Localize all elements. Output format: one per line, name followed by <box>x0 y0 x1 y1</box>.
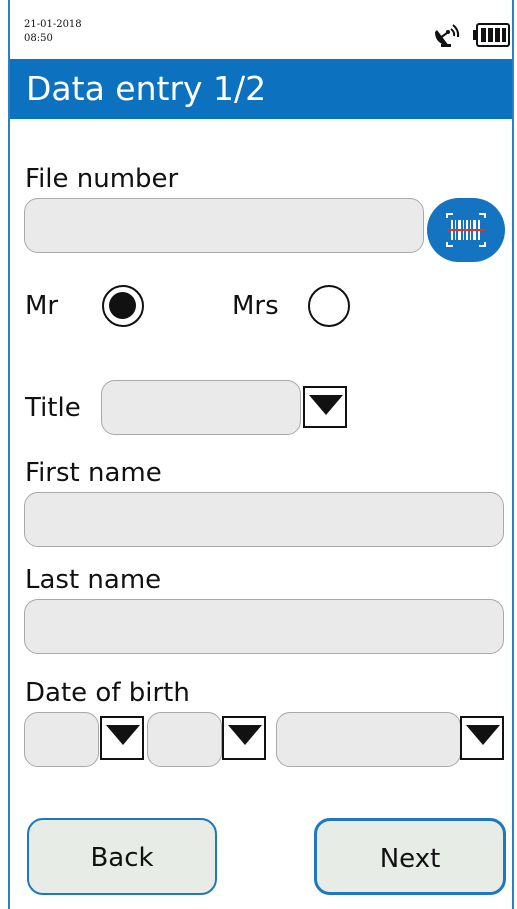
last-name-label: Last name <box>25 565 162 595</box>
mrs-radio[interactable] <box>308 285 350 327</box>
triangle-down-icon <box>309 395 343 415</box>
title-select[interactable] <box>101 380 301 435</box>
page-header: Data entry 1/2 <box>10 59 512 119</box>
dob-day-select[interactable] <box>24 712 99 767</box>
dob-label: Date of birth <box>25 678 190 708</box>
dob-year-select[interactable] <box>276 712 461 767</box>
mrs-label: Mrs <box>232 291 279 321</box>
battery-full-icon <box>473 22 511 48</box>
back-button[interactable]: Back <box>27 818 217 895</box>
first-name-label: First name <box>25 458 162 488</box>
file-number-label: File number <box>25 164 179 194</box>
left-edge-line <box>8 0 10 909</box>
title-label: Title <box>25 393 81 423</box>
title-dropdown-button[interactable] <box>303 386 347 428</box>
triangle-down-icon <box>106 725 140 745</box>
file-number-input[interactable] <box>24 198 424 253</box>
status-time: 08:50 <box>24 33 53 44</box>
mr-label: Mr <box>25 291 59 321</box>
page-title: Data entry 1/2 <box>26 69 267 108</box>
dob-year-dropdown-button[interactable] <box>460 716 504 760</box>
first-name-input[interactable] <box>24 492 504 547</box>
back-button-label: Back <box>90 843 154 873</box>
satellite-signal-icon <box>433 24 461 48</box>
triangle-down-icon <box>228 725 262 745</box>
barcode-scan-icon <box>446 213 486 247</box>
next-button[interactable]: Next <box>314 818 506 895</box>
radio-selected-dot <box>109 292 136 319</box>
right-edge-line <box>512 0 514 909</box>
dob-day-dropdown-button[interactable] <box>100 716 144 760</box>
status-date: 21-01-2018 <box>24 19 82 30</box>
mr-radio[interactable] <box>102 285 144 327</box>
barcode-scan-button[interactable] <box>427 198 505 262</box>
dob-month-dropdown-button[interactable] <box>222 716 266 760</box>
dob-month-select[interactable] <box>147 712 222 767</box>
triangle-down-icon <box>466 725 500 745</box>
last-name-input[interactable] <box>24 599 504 654</box>
next-button-label: Next <box>379 844 441 874</box>
